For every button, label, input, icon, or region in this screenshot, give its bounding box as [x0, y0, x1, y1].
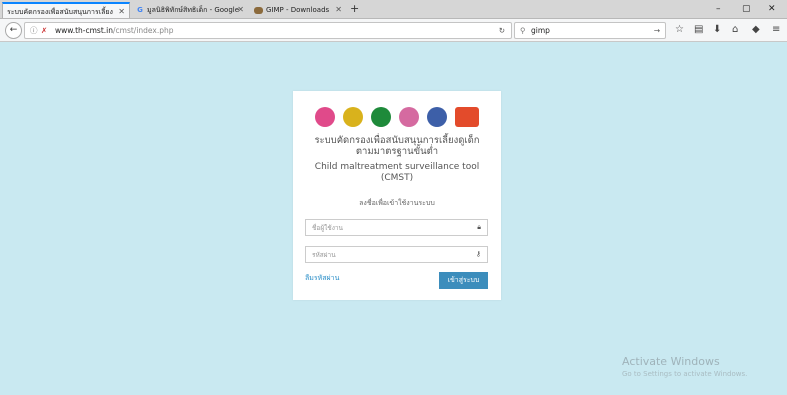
system-title: ระบบคัดกรองเพื่อสนับสนุนการเลี้ยงดูเด็ก …	[293, 135, 501, 157]
tab-title: GIMP - Downloads	[266, 6, 330, 14]
back-button[interactable]: ←	[5, 22, 22, 39]
navigation-bar: ← ⓘ ✗ www.th-cmst.in/cmst/index.php ↻ ⚲ …	[0, 19, 787, 42]
public-health-logo	[371, 107, 391, 127]
title-line-1: ระบบคัดกรองเพื่อสนับสนุนการเลี้ยงดูเด็ก	[314, 135, 480, 146]
lock-icon: 🔒︎	[477, 223, 481, 231]
maximize-button[interactable]: ▢	[742, 2, 751, 16]
password-field[interactable]: ⚷	[305, 246, 488, 263]
search-input[interactable]: gimp	[531, 23, 550, 38]
url-bar[interactable]: ⓘ ✗ www.th-cmst.in/cmst/index.php ↻	[24, 22, 512, 39]
logo-row	[315, 107, 479, 129]
forgot-password-link[interactable]: ลืมรหัสผ่าน	[305, 273, 339, 284]
reload-icon[interactable]: ↻	[499, 23, 505, 38]
tab-title: มูลนิธิพิทักษ์สิทธิเด็ก - Google	[147, 6, 240, 14]
search-go-icon[interactable]: →	[654, 23, 660, 38]
url-domain: www.th-cmst.in	[55, 26, 113, 35]
activate-windows-title: Activate Windows	[622, 355, 720, 368]
system-subtitle: Child maltreatment surveillance tool (CM…	[293, 162, 501, 184]
close-tab-icon[interactable]: ✕	[237, 2, 244, 18]
tab-gimp-downloads[interactable]: GIMP - Downloads ✕	[250, 2, 346, 18]
foundation-logo	[455, 107, 479, 127]
username-field[interactable]: 🔒︎	[305, 219, 488, 236]
login-card: ระบบคัดกรองเพื่อสนับสนุนการเลี้ยงดูเด็ก …	[293, 91, 501, 300]
search-icon: ⚲	[520, 26, 526, 35]
home-icon[interactable]: ⌂	[732, 22, 738, 38]
activate-windows-hint: Go to Settings to activate Windows.	[622, 370, 748, 378]
subtitle-line-2: (CMST)	[380, 173, 414, 183]
close-tab-icon[interactable]: ✕	[335, 2, 342, 18]
info-icon[interactable]: ⓘ	[30, 23, 38, 38]
url-text[interactable]: www.th-cmst.in/cmst/index.php	[55, 23, 174, 38]
royal-emblem-logo	[343, 107, 363, 127]
title-line-2: ตามมาตรฐานขั้นต่ำ	[355, 146, 439, 157]
login-prompt: ลงชื่อเพื่อเข้าใช้งานระบบ	[359, 199, 435, 207]
bookmark-star-icon[interactable]: ☆	[675, 22, 684, 38]
gimp-icon	[254, 6, 263, 14]
download-icon[interactable]: ⬇	[713, 22, 721, 38]
insecure-lock-icon[interactable]: ✗	[41, 23, 47, 38]
minimize-button[interactable]: –	[716, 2, 721, 16]
tab-title: ระบบคัดกรองเพื่อสนับสนุนการเลี้ยง	[7, 8, 113, 16]
tab-bar: ระบบคัดกรองเพื่อสนับสนุนการเลี้ยง ✕ G มูล…	[0, 0, 787, 19]
username-input[interactable]	[306, 220, 478, 235]
close-window-button[interactable]: ✕	[768, 2, 776, 16]
blue-university-logo	[427, 107, 447, 127]
search-bar[interactable]: ⚲ gimp →	[514, 22, 666, 39]
google-icon: G	[137, 6, 143, 14]
tab-cmst[interactable]: ระบบคัดกรองเพื่อสนับสนุนการเลี้ยง ✕	[2, 2, 130, 18]
pink-seal-logo	[399, 107, 419, 127]
library-icon[interactable]: ▤	[694, 22, 703, 38]
pocket-icon[interactable]: ◆	[752, 22, 760, 38]
login-button[interactable]: เข้าสู่ระบบ	[439, 272, 488, 289]
key-icon: ⚷	[475, 250, 481, 258]
password-input[interactable]	[306, 247, 478, 262]
subtitle-line-1: Child maltreatment surveillance tool	[314, 162, 480, 172]
menu-icon[interactable]: ≡	[772, 22, 780, 38]
close-tab-icon[interactable]: ✕	[118, 4, 125, 18]
tab-google-search[interactable]: G มูลนิธิพิทักษ์สิทธิเด็ก - Google ✕	[132, 2, 248, 18]
new-tab-button[interactable]: +	[350, 2, 359, 16]
ministry-seal-logo	[315, 107, 335, 127]
url-path: /cmst/index.php	[113, 26, 174, 35]
